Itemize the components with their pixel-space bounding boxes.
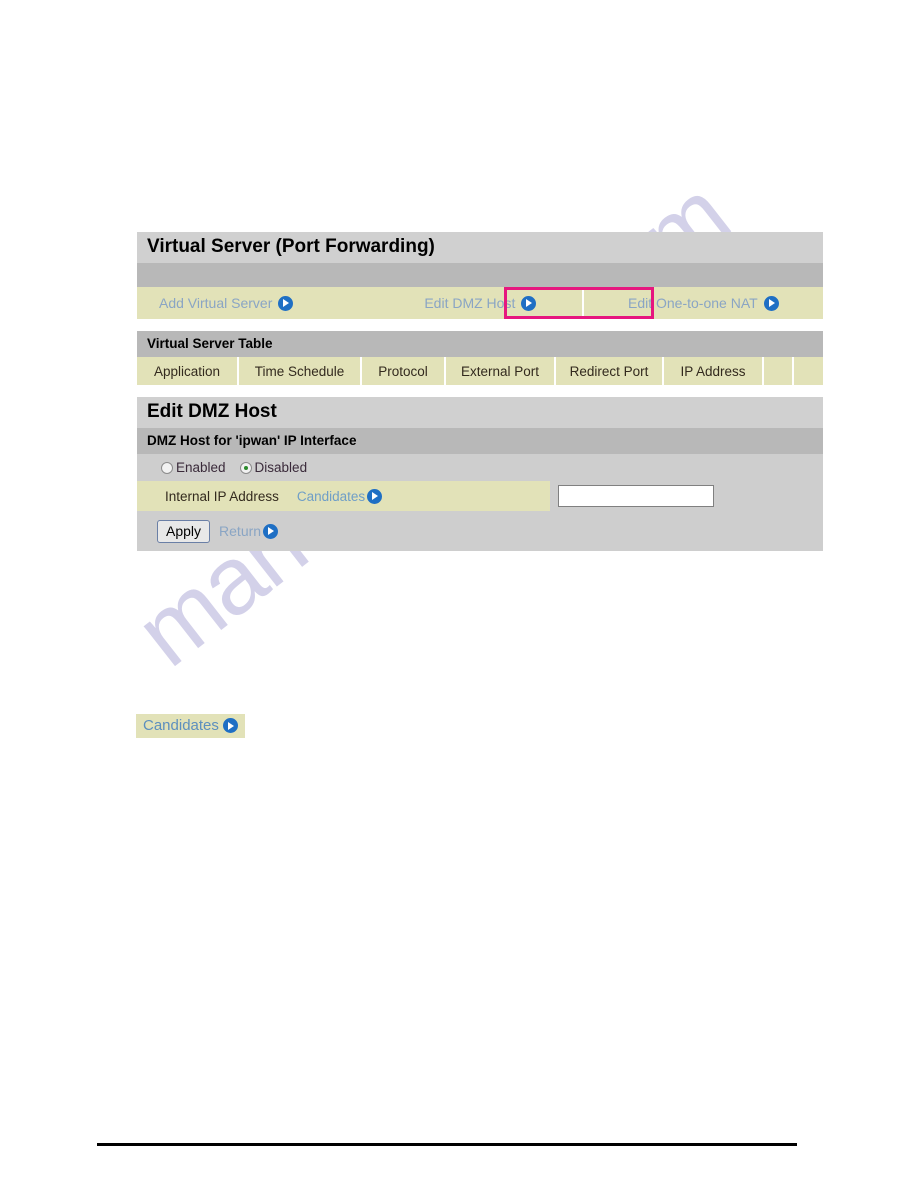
dmz-actions-row: Apply Return <box>137 511 823 551</box>
panel-gap-2 <box>137 385 823 397</box>
nav-item-add-virtual-server[interactable]: Add Virtual Server <box>137 287 379 319</box>
column-header-external-port: External Port <box>446 357 556 385</box>
edit-dmz-host-subtitle: DMZ Host for 'ipwan' IP Interface <box>137 428 823 454</box>
virtual-server-table-panel: Virtual Server Table Application Time Sc… <box>137 331 823 385</box>
virtual-server-panel: Virtual Server (Port Forwarding) Add Vir… <box>137 232 823 319</box>
edit-dmz-host-title: Edit DMZ Host <box>137 397 823 428</box>
radio-option-enabled[interactable]: Enabled <box>161 460 226 475</box>
column-header-redirect-port: Redirect Port <box>556 357 664 385</box>
apply-button[interactable]: Apply <box>157 519 211 543</box>
radio-disabled-label: Disabled <box>254 460 308 475</box>
column-header-protocol: Protocol <box>362 357 446 385</box>
internal-ip-input[interactable] <box>558 485 714 507</box>
panel-divider-band <box>137 263 823 287</box>
highlight-annotation-box <box>504 287 654 319</box>
column-header-time-schedule: Time Schedule <box>239 357 362 385</box>
column-header-blank-2 <box>794 357 823 385</box>
panel-nav-row: Add Virtual Server Edit DMZ Host Edit On… <box>137 287 823 319</box>
panel-gap <box>137 319 823 331</box>
table-header-row: Application Time Schedule Protocol Exter… <box>137 357 823 385</box>
arrow-right-circle-icon <box>222 718 238 733</box>
radio-enabled-icon <box>161 461 173 474</box>
router-admin-screenshot: Virtual Server (Port Forwarding) Add Vir… <box>137 232 823 551</box>
column-header-ip-address: IP Address <box>664 357 764 385</box>
radio-disabled-icon <box>239 461 252 474</box>
return-link-label[interactable]: Return <box>219 523 261 539</box>
edit-dmz-host-panel: Edit DMZ Host DMZ Host for 'ipwan' IP In… <box>137 397 823 551</box>
arrow-right-circle-icon <box>763 295 779 311</box>
column-header-blank-1 <box>764 357 794 385</box>
nav-item-label: Add Virtual Server <box>159 295 273 311</box>
arrow-right-circle-icon[interactable] <box>263 523 279 539</box>
candidates-button-standalone[interactable]: Candidates <box>136 714 245 738</box>
virtual-server-table-title: Virtual Server Table <box>137 331 823 357</box>
candidates-link-label[interactable]: Candidates <box>297 489 365 504</box>
dmz-enable-row: Enabled Disabled <box>137 454 823 481</box>
page-title: Virtual Server (Port Forwarding) <box>137 232 823 263</box>
arrow-right-circle-icon <box>278 295 294 311</box>
candidates-button-label: Candidates <box>143 717 219 734</box>
arrow-right-circle-icon[interactable] <box>367 488 383 504</box>
internal-ip-row: Internal IP Address Candidates <box>137 481 823 511</box>
radio-option-disabled[interactable]: Disabled <box>239 460 308 475</box>
internal-ip-label: Internal IP Address <box>165 488 279 504</box>
radio-enabled-label: Enabled <box>176 460 226 475</box>
footer-divider <box>97 1143 797 1146</box>
internal-ip-label-cell: Internal IP Address Candidates <box>137 481 550 511</box>
nav-item-label: Edit DMZ Host <box>424 295 516 311</box>
column-header-application: Application <box>137 357 239 385</box>
